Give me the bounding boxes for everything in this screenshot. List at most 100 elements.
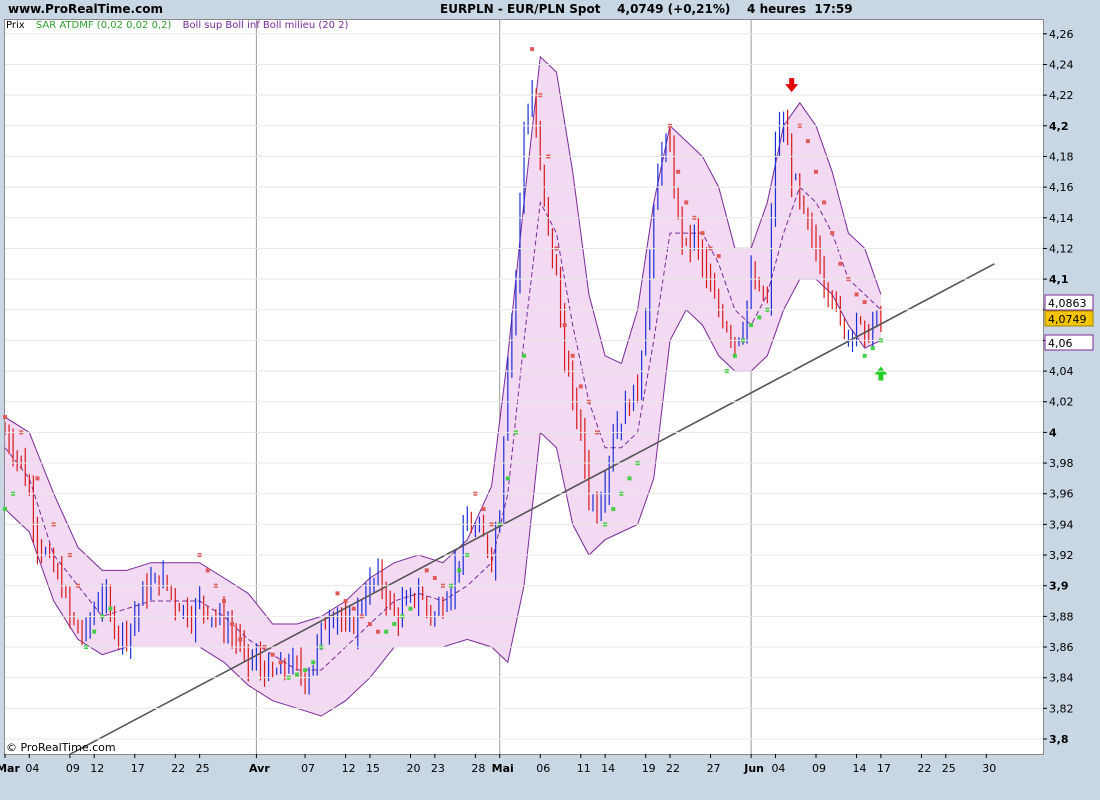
legend-sar[interactable]: SAR ATDMF (0,02 0,02 0,2) xyxy=(36,20,172,31)
sar-point-bear xyxy=(230,622,235,627)
sar-point-bull xyxy=(92,629,97,634)
y-tick-label: 3,92 xyxy=(1049,549,1074,562)
x-tick-label: 22 xyxy=(171,762,185,775)
x-tick-label: 04 xyxy=(771,762,785,775)
sar-point-bear xyxy=(822,200,827,205)
y-tick-label: 4,16 xyxy=(1049,181,1074,194)
y-tick-label: 3,82 xyxy=(1049,702,1074,715)
sar-point-bear xyxy=(351,606,356,611)
x-tick-label: 22 xyxy=(917,762,931,775)
x-tick-label: 14 xyxy=(853,762,867,775)
x-tick-label: 12 xyxy=(342,762,356,775)
y-tick-label: 3,94 xyxy=(1049,518,1074,531)
y-tick-label: 3,86 xyxy=(1049,641,1074,654)
x-tick-label: 30 xyxy=(982,762,996,775)
legend-price[interactable]: Prix xyxy=(6,20,25,31)
x-tick-label: 22 xyxy=(666,762,680,775)
sar-point-bear xyxy=(424,568,429,573)
bollinger-upper-price-label: 4,0863 xyxy=(1048,297,1087,310)
sell-signal-arrow xyxy=(785,78,799,93)
sar-point-bear xyxy=(35,476,40,481)
chart-legend: Prix SAR ATDMF (0,02 0,02 0,2) Boll sup … xyxy=(6,20,356,31)
x-tick-label: 15 xyxy=(366,762,380,775)
sar-point-bull xyxy=(294,672,299,677)
sar-point-bull xyxy=(3,507,7,512)
sar-point-bear xyxy=(862,300,867,305)
sar-point-bear xyxy=(221,599,226,604)
sar-point-bear xyxy=(238,637,243,642)
sar-point-bear xyxy=(830,231,835,236)
sar-point-bear xyxy=(716,254,721,259)
sar-point-bull xyxy=(749,323,754,328)
sar-point-bear xyxy=(335,591,340,596)
sar-point-bull xyxy=(303,668,308,673)
sar-point-bull xyxy=(392,622,397,627)
sar-point-bear xyxy=(838,261,843,266)
sar-point-bear xyxy=(367,622,372,627)
sar-point-bull xyxy=(627,476,632,481)
sar-point-bear xyxy=(376,629,381,634)
x-tick-label: 28 xyxy=(471,762,485,775)
sar-point-bull xyxy=(757,315,762,320)
sar-point-bear xyxy=(205,568,210,573)
x-tick-label: 25 xyxy=(942,762,956,775)
chart-svg: 3,8 3,82 3,84 3,86 3,88 3,9 3,92 3,94 3,96 3,98 4 4… xyxy=(0,20,1094,775)
x-tick-label: Jun xyxy=(743,762,764,775)
sar-point-bear xyxy=(700,231,705,236)
sar-point-bear xyxy=(530,47,535,52)
y-tick-label: 3,8 xyxy=(1049,733,1069,746)
x-tick-label: 04 xyxy=(25,762,39,775)
x-tick-label: 07 xyxy=(301,762,315,775)
sar-point-bull xyxy=(611,507,616,512)
x-tick-label: 09 xyxy=(812,762,826,775)
sar-point-bull xyxy=(505,476,510,481)
sar-point-bull xyxy=(732,353,737,358)
x-tick-label: 11 xyxy=(577,762,591,775)
sar-point-bull xyxy=(384,629,389,634)
x-tick-label: Mai xyxy=(492,762,514,775)
y-tick-label: 3,88 xyxy=(1049,610,1074,623)
sar-point-bear xyxy=(343,599,348,604)
buy-signal-arrow xyxy=(874,366,888,381)
x-tick-label: 20 xyxy=(407,762,421,775)
sar-point-bull xyxy=(522,353,527,358)
y-tick-label: 4,12 xyxy=(1049,242,1074,255)
sar-point-bear xyxy=(432,576,437,581)
sar-point-bull xyxy=(862,353,867,358)
sar-point-bull xyxy=(457,568,462,573)
y-tick-label: 4,2 xyxy=(1049,120,1069,133)
legend-bollinger[interactable]: Boll sup Boll inf Boll milieu (20 2) xyxy=(183,20,349,31)
x-tick-label: Mar xyxy=(0,762,20,775)
y-tick-label: 3,98 xyxy=(1049,457,1074,470)
y-tick-label: 3,84 xyxy=(1049,672,1074,685)
x-tick-label: 19 xyxy=(642,762,656,775)
sar-point-bear xyxy=(3,415,7,420)
sar-point-bear xyxy=(854,292,859,297)
sar-point-bull xyxy=(311,660,316,665)
x-tick-label: 12 xyxy=(90,762,104,775)
y-tick-label: 4 xyxy=(1049,426,1057,439)
sar-point-bear xyxy=(676,169,681,174)
y-tick-label: 4,02 xyxy=(1049,396,1074,409)
y-tick-label: 4,24 xyxy=(1049,58,1074,71)
sar-point-bear xyxy=(684,200,689,205)
y-tick-label: 4,26 xyxy=(1049,28,1074,41)
sar-point-bear xyxy=(481,507,486,512)
bollinger-lower-price-label: 4,06 xyxy=(1048,337,1073,350)
y-tick-label: 4,14 xyxy=(1049,212,1074,225)
sar-point-bull xyxy=(108,606,113,611)
x-tick-label: 14 xyxy=(601,762,615,775)
sar-point-bear xyxy=(578,384,583,389)
last-price-label: 4,0749 xyxy=(1048,313,1087,326)
y-tick-label: 4,18 xyxy=(1049,150,1074,163)
y-tick-label: 3,9 xyxy=(1049,580,1069,593)
x-tick-label: Avr xyxy=(249,762,270,775)
x-tick-label: 06 xyxy=(536,762,550,775)
y-tick-label: 4,1 xyxy=(1049,273,1069,286)
x-tick-label: 09 xyxy=(66,762,80,775)
x-tick-label: 23 xyxy=(431,762,445,775)
y-tick-label: 4,22 xyxy=(1049,89,1074,102)
sar-point-bull xyxy=(408,606,413,611)
sar-point-bear xyxy=(278,660,283,665)
x-tick-label: 27 xyxy=(707,762,721,775)
